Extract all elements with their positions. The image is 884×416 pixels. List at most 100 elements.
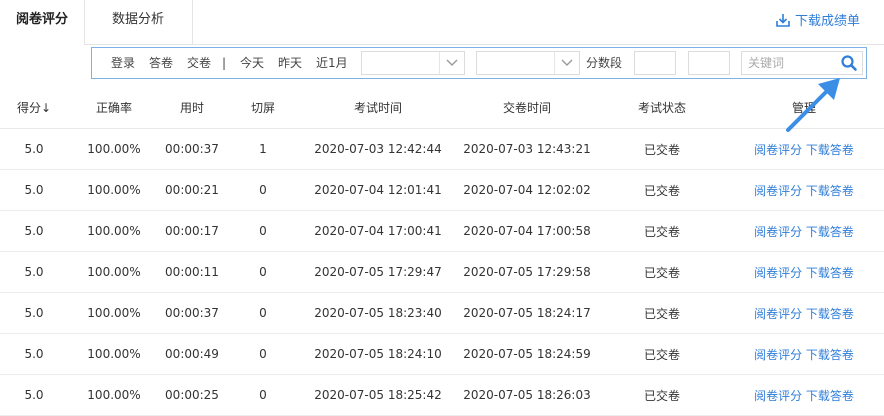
cell-exam-time: 2020-07-04 12:01:41 [302,169,454,211]
table-row: 5.0 100.00% 00:00:21 0 2020-07-04 12:01:41 20… [0,169,884,211]
cell-score: 5.0 [0,251,68,293]
header-status: 考试状态 [600,86,724,129]
cell-manage: 阅卷评分 下载答卷 [724,292,884,334]
table-row: 5.0 100.00% 00:00:17 0 2020-07-04 17:00:41 20… [0,210,884,252]
cell-submit-time: 2020-07-05 18:24:17 [454,292,600,334]
header-score[interactable]: 得分↓ [0,86,68,129]
cell-duration: 00:00:37 [160,128,224,170]
cell-status: 已交卷 [600,251,724,293]
filter-login[interactable]: 登录 [111,48,135,78]
cell-accuracy: 100.00% [68,128,160,170]
download-icon [776,13,790,27]
cell-manage: 阅卷评分 下载答卷 [724,210,884,252]
filter-answering[interactable]: 答卷 [149,48,173,78]
cell-exam-time: 2020-07-03 12:42:44 [302,128,454,170]
cell-accuracy: 100.00% [68,169,160,211]
download-transcript-label: 下载成绩单 [794,14,860,29]
header-exam-time: 考试时间 [302,86,454,129]
cell-score: 5.0 [0,374,68,416]
chevron-down-icon [439,52,464,74]
cell-manage: 阅卷评分 下载答卷 [724,374,884,416]
cell-manage: 阅卷评分 下载答卷 [724,169,884,211]
download-transcript-button[interactable]: 下载成绩单 [775,10,860,29]
cell-status: 已交卷 [600,292,724,334]
download-answer-link[interactable]: 下载答卷 [806,184,854,198]
review-score-link[interactable]: 阅卷评分 [754,389,802,403]
table-row: 5.0 100.00% 00:00:37 0 2020-07-05 18:23:40 20… [0,292,884,334]
cell-status: 已交卷 [600,128,724,170]
cell-score: 5.0 [0,210,68,252]
header-screen-switch: 切屏 [224,86,302,129]
cell-duration: 00:00:25 [160,374,224,416]
review-score-link[interactable]: 阅卷评分 [754,266,802,280]
download-answer-link[interactable]: 下载答卷 [806,225,854,239]
table-row: 5.0 100.00% 00:00:49 0 2020-07-05 18:24:10 20… [0,333,884,375]
filter-select-1[interactable] [361,51,465,75]
cell-manage: 阅卷评分 下载答卷 [724,128,884,170]
cell-score: 5.0 [0,169,68,211]
cell-duration: 00:00:21 [160,169,224,211]
review-score-link[interactable]: 阅卷评分 [754,307,802,321]
cell-screen-switch: 0 [224,292,302,334]
filter-today[interactable]: 今天 [240,48,264,78]
header-accuracy: 正确率 [68,86,160,129]
filter-submitted[interactable]: 交卷 [187,48,211,78]
cell-screen-switch: 0 [224,251,302,293]
search-icon[interactable] [840,54,858,72]
cell-duration: 00:00:11 [160,251,224,293]
cell-status: 已交卷 [600,333,724,375]
cell-status: 已交卷 [600,169,724,211]
download-answer-link[interactable]: 下载答卷 [806,266,854,280]
cell-exam-time: 2020-07-05 18:24:10 [302,333,454,375]
review-score-link[interactable]: 阅卷评分 [754,143,802,157]
score-min-input[interactable] [634,51,676,75]
download-answer-link[interactable]: 下载答卷 [806,143,854,157]
tab-bar: 阅卷评分 数据分析 下载成绩单 [0,0,884,45]
chevron-down-icon [554,52,579,74]
cell-accuracy: 100.00% [68,333,160,375]
download-answer-link[interactable]: 下载答卷 [806,307,854,321]
cell-exam-time: 2020-07-05 17:29:47 [302,251,454,293]
cell-submit-time: 2020-07-03 12:43:21 [454,128,600,170]
cell-submit-time: 2020-07-04 17:00:58 [454,210,600,252]
cell-score: 5.0 [0,128,68,170]
cell-manage: 阅卷评分 下载答卷 [724,333,884,375]
filter-yesterday[interactable]: 昨天 [278,48,302,78]
table-row: 5.0 100.00% 00:00:25 0 2020-07-05 18:25:42 20… [0,374,884,416]
cell-submit-time: 2020-07-05 18:26:03 [454,374,600,416]
header-duration: 用时 [160,86,224,129]
cell-exam-time: 2020-07-05 18:23:40 [302,292,454,334]
cell-screen-switch: 0 [224,169,302,211]
review-score-link[interactable]: 阅卷评分 [754,348,802,362]
cell-duration: 00:00:17 [160,210,224,252]
table-header-row: 得分↓ 正确率 用时 切屏 考试时间 交卷时间 考试状态 管理 [0,86,884,129]
download-answer-link[interactable]: 下载答卷 [806,389,854,403]
results-table: 得分↓ 正确率 用时 切屏 考试时间 交卷时间 考试状态 管理 5.0 100.0… [0,86,884,416]
filter-select-2[interactable] [476,51,580,75]
filter-last-month[interactable]: 近1月 [316,48,348,78]
download-answer-link[interactable]: 下载答卷 [806,348,854,362]
cell-manage: 阅卷评分 下载答卷 [724,251,884,293]
cell-screen-switch: 0 [224,333,302,375]
review-score-link[interactable]: 阅卷评分 [754,184,802,198]
tab-data-analysis[interactable]: 数据分析 [84,0,193,44]
cell-screen-switch: 0 [224,210,302,252]
cell-score: 5.0 [0,292,68,334]
score-max-input[interactable] [688,51,730,75]
cell-duration: 00:00:37 [160,292,224,334]
cell-score: 5.0 [0,333,68,375]
cell-submit-time: 2020-07-04 12:02:02 [454,169,600,211]
review-score-link[interactable]: 阅卷评分 [754,225,802,239]
header-manage: 管理 [724,86,884,129]
cell-accuracy: 100.00% [68,374,160,416]
cell-submit-time: 2020-07-05 17:29:58 [454,251,600,293]
cell-status: 已交卷 [600,374,724,416]
table-row: 5.0 100.00% 00:00:37 1 2020-07-03 12:42:44 20… [0,128,884,170]
cell-accuracy: 100.00% [68,292,160,334]
cell-submit-time: 2020-07-05 18:24:59 [454,333,600,375]
cell-exam-time: 2020-07-04 17:00:41 [302,210,454,252]
tab-review[interactable]: 阅卷评分 [0,0,85,45]
cell-accuracy: 100.00% [68,251,160,293]
cell-duration: 00:00:49 [160,333,224,375]
cell-exam-time: 2020-07-05 18:25:42 [302,374,454,416]
